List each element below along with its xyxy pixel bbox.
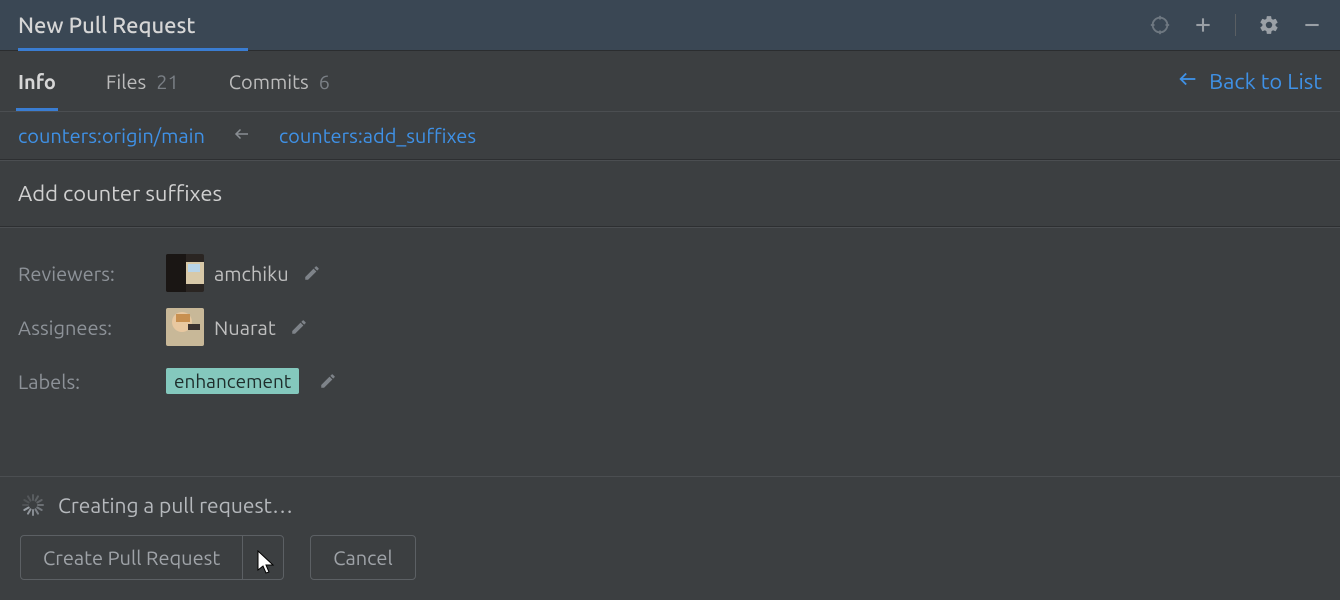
labels-row: Labels: enhancement <box>18 354 1322 408</box>
tab-label: Commits <box>229 70 309 93</box>
avatar <box>166 254 204 292</box>
assignees-row: Assignees: Nuarat <box>18 300 1322 354</box>
tab-count: 6 <box>319 70 330 93</box>
labels-label: Labels: <box>18 370 166 393</box>
label-chip[interactable]: enhancement <box>166 368 299 394</box>
tab-count: 21 <box>156 70 179 93</box>
chevron-down-icon[interactable] <box>243 536 283 579</box>
minimize-icon[interactable] <box>1302 15 1322 35</box>
spinner-icon <box>22 494 44 516</box>
gear-icon[interactable] <box>1258 14 1280 36</box>
spacer <box>0 227 1340 246</box>
window-title: New Pull Request <box>18 13 195 38</box>
button-row: Create Pull Request Cancel <box>20 535 1320 580</box>
assignee-name: Nuarat <box>214 316 276 339</box>
reviewers-row: Reviewers: amchiku <box>18 246 1322 300</box>
create-pr-button-label: Create Pull Request <box>21 536 243 579</box>
title-wrap: New Pull Request <box>18 0 195 50</box>
pr-title-input[interactable] <box>0 167 1340 220</box>
status-text: Creating a pull request… <box>58 493 293 517</box>
footer: Creating a pull request… Create Pull Req… <box>0 476 1340 600</box>
tab-label: Files <box>106 70 146 93</box>
status-row: Creating a pull request… <box>20 493 1320 517</box>
cancel-button[interactable]: Cancel <box>310 535 416 580</box>
assignees-label: Assignees: <box>18 316 166 339</box>
tab-label: Info <box>18 70 56 93</box>
plus-icon[interactable] <box>1193 15 1213 35</box>
create-pr-button[interactable]: Create Pull Request <box>20 535 284 580</box>
arrow-left-icon <box>1177 68 1199 95</box>
title-input-row <box>0 160 1340 227</box>
avatar <box>166 308 204 346</box>
compare-branch-link[interactable]: counters:add_suffixes <box>279 124 476 147</box>
metadata-section: Reviewers: amchiku Assignees: Nuarat Lab… <box>0 246 1340 408</box>
tab-commits[interactable]: Commits 6 <box>229 51 330 111</box>
arrow-left-icon <box>233 125 251 147</box>
edit-reviewers-icon[interactable] <box>303 264 321 282</box>
header-actions <box>1149 14 1322 36</box>
tab-info[interactable]: Info <box>18 51 56 111</box>
header-divider <box>1235 14 1236 36</box>
reviewers-label: Reviewers: <box>18 262 166 285</box>
tab-files[interactable]: Files 21 <box>106 51 179 111</box>
target-icon[interactable] <box>1149 14 1171 36</box>
back-to-list-link[interactable]: Back to List <box>1177 68 1322 95</box>
window-header: New Pull Request <box>0 0 1340 51</box>
base-branch-link[interactable]: counters:origin/main <box>18 124 205 147</box>
back-link-text: Back to List <box>1209 69 1322 94</box>
edit-assignees-icon[interactable] <box>290 318 308 336</box>
tab-bar: Info Files 21 Commits 6 Back to List <box>0 51 1340 111</box>
reviewer-name: amchiku <box>214 262 289 285</box>
edit-labels-icon[interactable] <box>319 372 337 390</box>
branch-selector-row: counters:origin/main counters:add_suffix… <box>0 111 1340 160</box>
